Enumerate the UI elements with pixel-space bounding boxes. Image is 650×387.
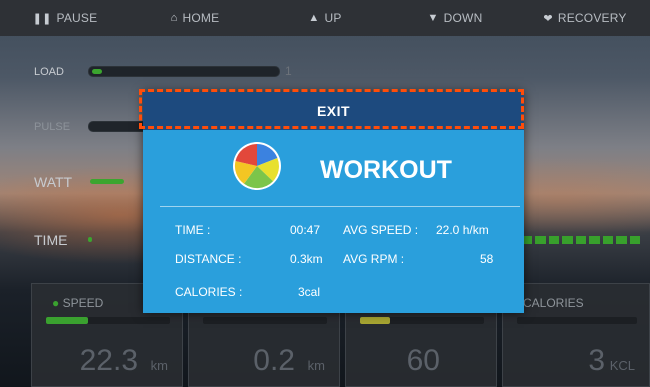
speed-fill [46,317,88,324]
distance-summary-value: 0.3km [290,252,323,266]
down-label: DOWN [443,11,483,25]
down-arrow-icon: ▼ [427,12,439,24]
time-summary-value: 00:47 [290,223,321,237]
exit-button[interactable]: EXIT [143,92,524,130]
avg-speed-label: AVG SPEED : [343,223,419,237]
watt-bar-fill [90,179,124,184]
time-summary-label: TIME : [175,223,211,237]
speed-label: ● SPEED [52,296,104,310]
pause-label: PAUSE [56,11,98,25]
distance-unit: km [307,358,325,373]
time-bar-fill [88,237,92,242]
avg-rpm-label: AVG RPM : [343,252,405,266]
heart-hand-icon: ❤ [543,12,553,25]
recovery-label: RECOVERY [557,11,627,25]
calories-stat-label: CALORIES [523,296,584,310]
pause-button[interactable]: ❚❚ PAUSE [0,0,130,36]
calories-stat-unit: KCL [609,358,635,373]
home-button[interactable]: ⌂ HOME [130,0,260,36]
speed-track [46,317,170,324]
exit-label: EXIT [316,103,351,119]
calories-summary-value: 3cal [298,285,321,299]
down-button[interactable]: ▼ DOWN [390,0,520,36]
workout-title: WORKOUT [320,156,452,184]
calories-stat-box: CALORIES 3 KCL [502,283,650,387]
load-bar [88,66,280,77]
distance-value: 0.2 [253,344,295,377]
avg-speed-value: 22.0 h/km [436,223,489,237]
avg-rpm-value: 58 [480,252,494,266]
rpm-fill [360,317,390,324]
rpm-track [360,317,484,324]
load-label: LOAD [34,66,64,78]
distance-summary-label: DISTANCE : [175,252,242,266]
popup-divider [160,206,520,207]
load-value: 1 [285,64,292,78]
segment-progress-bar [522,236,640,244]
distance-track [203,317,327,324]
load-bar-fill [92,69,102,74]
home-label: HOME [182,11,220,25]
up-button[interactable]: ▲ UP [260,0,390,36]
workout-pie-chart-icon [233,142,281,190]
time-label: TIME [34,232,68,248]
up-arrow-icon: ▲ [308,12,320,24]
pulse-bar [88,121,150,132]
speed-value: 22.3 [79,344,138,377]
watt-label: WATT [34,174,73,190]
pulse-label: PULSE [34,121,71,133]
up-label: UP [324,11,342,25]
speed-unit: km [150,358,168,373]
calories-stat-value: 3 [588,344,605,377]
pause-icon: ❚❚ [32,12,52,25]
rpm-value: 60 [406,344,440,377]
recovery-button[interactable]: ❤ RECOVERY [520,0,650,36]
home-icon: ⌂ [170,12,178,24]
calories-track [517,317,637,324]
calories-summary-label: CALORIES : [175,285,243,299]
top-control-bar: ❚❚ PAUSE ⌂ HOME ▲ UP ▼ DOWN ❤ RECOVERY [0,0,650,36]
